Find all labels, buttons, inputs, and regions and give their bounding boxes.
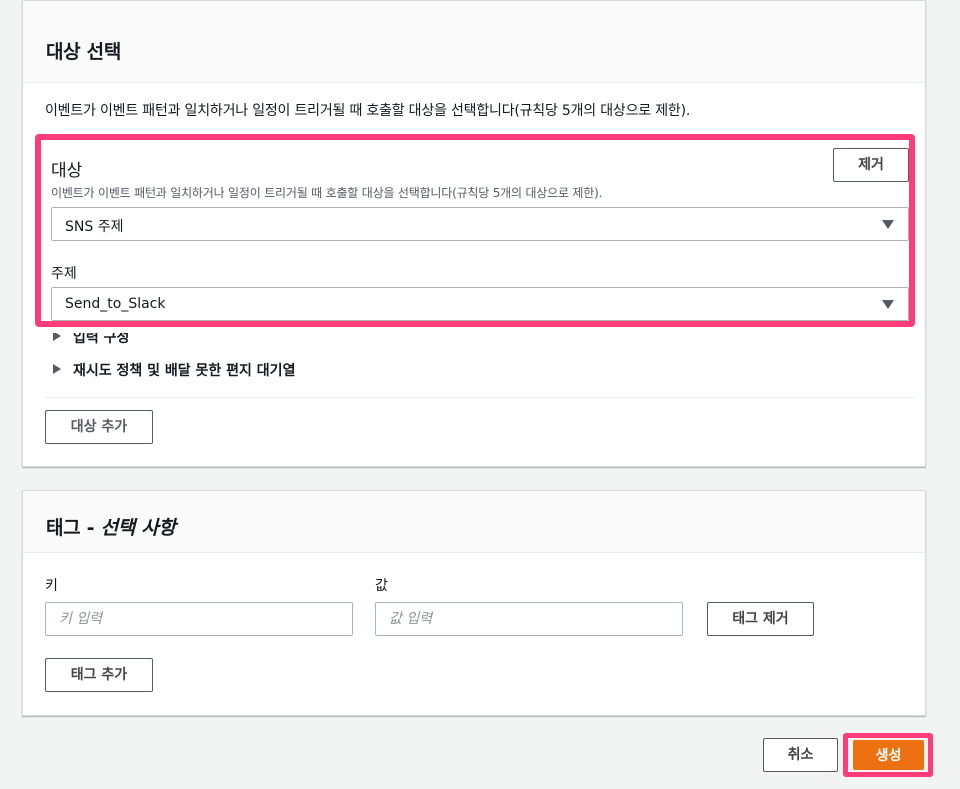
retry-policy-label: 재시도 정책 및 배달 못한 편지 대기열 xyxy=(73,363,296,379)
topic-label: 주제 xyxy=(51,266,77,282)
targets-panel-header: 대상 선택 xyxy=(23,1,925,83)
tags-title-main: 태그 - xyxy=(46,517,101,539)
caret-down-icon xyxy=(882,300,894,309)
caret-down-icon xyxy=(882,220,894,229)
input-config-expander[interactable]: 입력 구성 xyxy=(53,330,130,347)
target-card-highlight: 대상 제거 이벤트가 이벤트 패턴과 일치하거나 일정이 트리거될 때 호출할 … xyxy=(35,134,915,327)
target-type-select[interactable]: SNS 주제 xyxy=(51,207,909,241)
tag-value-input[interactable] xyxy=(375,602,683,636)
tags-panel-title: 태그 - 선택 사항 xyxy=(46,513,176,540)
add-target-button[interactable]: 대상 추가 xyxy=(45,410,153,444)
targets-panel-title: 대상 선택 xyxy=(46,41,122,63)
tags-panel-header: 태그 - 선택 사항 xyxy=(23,491,925,553)
remove-target-button[interactable]: 제거 xyxy=(833,148,909,182)
tag-key-label: 키 xyxy=(45,578,58,594)
section-divider xyxy=(45,397,915,398)
remove-tag-button[interactable]: 태그 제거 xyxy=(707,602,814,636)
add-tag-button[interactable]: 태그 추가 xyxy=(45,658,153,692)
expand-triangle-icon xyxy=(53,333,61,341)
tag-value-label: 값 xyxy=(375,578,388,594)
target-label: 대상 xyxy=(51,161,83,181)
tag-key-input[interactable] xyxy=(45,602,353,636)
cancel-button[interactable]: 취소 xyxy=(763,738,838,772)
target-description: 이벤트가 이벤트 패턴과 일치하거나 일정이 트리거될 때 호출할 대상을 선택… xyxy=(51,186,603,200)
targets-intro-text: 이벤트가 이벤트 패턴과 일치하거나 일정이 트리거될 때 호출할 대상을 선택… xyxy=(45,103,691,119)
targets-panel: 대상 선택 이벤트가 이벤트 패턴과 일치하거나 일정이 트리거될 때 호출할 … xyxy=(22,0,926,467)
tags-title-optional: 선택 사항 xyxy=(100,517,176,539)
retry-policy-expander[interactable]: 재시도 정책 및 배달 못한 편지 대기열 xyxy=(53,360,295,380)
expand-triangle-icon xyxy=(53,364,61,374)
input-config-label: 입력 구성 xyxy=(73,330,130,346)
topic-value: Send_to_Slack xyxy=(65,296,166,312)
create-button[interactable]: 생성 xyxy=(853,740,924,770)
topic-select[interactable]: Send_to_Slack xyxy=(51,287,909,321)
target-type-value: SNS 주제 xyxy=(65,219,124,235)
